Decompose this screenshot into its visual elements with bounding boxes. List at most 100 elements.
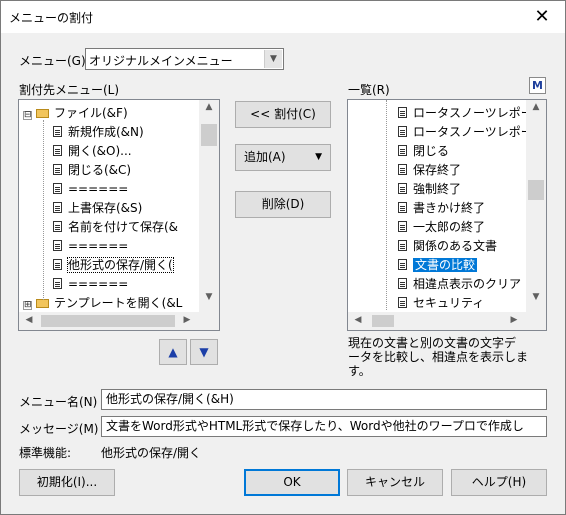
initialize-button[interactable]: 初期化(I)... xyxy=(19,469,115,496)
tree-item[interactable]: ====== xyxy=(53,275,128,293)
tree-item[interactable]: 新規作成(&N) xyxy=(53,123,144,141)
document-icon xyxy=(53,202,62,213)
tree-item[interactable]: ⊟ ファイル(&F) xyxy=(23,104,128,122)
chevron-down-icon: ▼ xyxy=(315,152,322,162)
tree-item[interactable]: 上書保存(&S) xyxy=(53,199,142,217)
scroll-right-icon[interactable]: ▶ xyxy=(181,315,193,325)
left-horizontal-scrollbar[interactable]: ◀ ▶ xyxy=(19,312,219,330)
right-horizontal-scrollbar[interactable]: ◀ ▶ xyxy=(348,312,546,330)
list-item[interactable]: 関係のある文書 xyxy=(398,237,497,255)
tree-item-label: 上書保存(&S) xyxy=(68,201,143,215)
m-badge-label: M xyxy=(532,79,543,92)
tree-item[interactable]: 閉じる(&C) xyxy=(53,161,131,179)
tree-item[interactable]: 開く(&O)... xyxy=(53,142,132,160)
list-item-label: 保存終了 xyxy=(413,163,462,177)
left-vertical-scrollbar[interactable]: ▲ ▼ xyxy=(199,100,219,312)
document-icon xyxy=(398,259,407,270)
left-hscroll-thumb[interactable] xyxy=(41,315,175,327)
list-item-label: 文書の比較 xyxy=(413,258,478,272)
command-description: 現在の文書と別の文書の文字デ ータを比較し、相違点を表示しま す。 xyxy=(348,336,548,378)
document-icon xyxy=(53,221,62,232)
menu-label: メニュー(G) xyxy=(19,54,86,68)
document-icon xyxy=(53,145,62,156)
assign-target-tree[interactable]: ⊟ ファイル(&F) 新規作成(&N) 開く(&O)... 閉じる(&C) ====== 上… xyxy=(18,99,220,331)
expand-icon[interactable]: ⊞ xyxy=(23,301,32,310)
document-icon xyxy=(53,126,62,137)
add-button[interactable]: 追加(A) ▼ xyxy=(235,144,331,171)
tree-item-label: ====== xyxy=(68,277,129,291)
assign-menu-dialog: メニューの割付 ✕ メニュー(G) オリジナルメインメニュー ▼ 割付先メニュー… xyxy=(0,0,566,515)
title-bar: メニューの割付 ✕ xyxy=(1,1,565,33)
right-hscroll-thumb[interactable] xyxy=(372,315,394,327)
document-icon xyxy=(398,164,407,175)
tree-item-label: ファイル(&F) xyxy=(54,106,128,120)
command-list[interactable]: ロータスノーツレポート送 ロータスノーツレポート再閉じる保存終了強制終了書きかけ終… xyxy=(347,99,547,331)
list-item[interactable]: 文書の比較 xyxy=(398,256,478,274)
list-item-label: 関係のある文書 xyxy=(413,239,498,253)
list-item[interactable]: ロータスノーツレポート再 xyxy=(398,123,546,141)
document-icon xyxy=(398,297,407,308)
move-down-button[interactable]: ▼ xyxy=(190,339,218,365)
add-button-label: 追加(A) xyxy=(244,150,286,164)
list-item[interactable]: 一太郎の終了 xyxy=(398,218,485,236)
tree-item-label: 開く(&O)... xyxy=(68,144,132,158)
document-icon xyxy=(398,221,407,232)
document-icon xyxy=(53,259,62,270)
close-icon[interactable]: ✕ xyxy=(529,5,555,29)
list-item[interactable]: セキュリティ xyxy=(398,294,484,312)
document-icon xyxy=(53,183,62,194)
document-icon xyxy=(398,126,407,137)
list-item[interactable]: 閉じる xyxy=(398,142,449,160)
folder-icon xyxy=(36,299,49,308)
tree-item[interactable]: ⊞ テンプレートを開く(&L xyxy=(23,294,182,312)
scroll-down-icon[interactable]: ▼ xyxy=(526,292,546,302)
document-icon xyxy=(398,240,407,251)
description-line: 現在の文書と別の文書の文字デ xyxy=(348,336,517,350)
tree-item[interactable]: ====== xyxy=(53,180,128,198)
assign-button[interactable]: << 割付(C) xyxy=(235,101,331,128)
tree-item[interactable]: ====== xyxy=(53,237,128,255)
scroll-left-icon[interactable]: ◀ xyxy=(23,315,35,325)
list-item-label: 強制終了 xyxy=(413,182,462,196)
tree-item-label: ====== xyxy=(68,239,129,253)
document-icon xyxy=(53,278,62,289)
m-badge-button[interactable]: M xyxy=(529,77,546,94)
collapse-icon[interactable]: ⊟ xyxy=(23,111,32,120)
right-vertical-scrollbar[interactable]: ▲ ▼ xyxy=(526,100,546,312)
list-item[interactable]: 強制終了 xyxy=(398,180,461,198)
left-vscroll-thumb[interactable] xyxy=(201,124,217,146)
scroll-up-icon[interactable]: ▲ xyxy=(526,102,546,112)
document-icon xyxy=(398,107,407,118)
scroll-right-icon[interactable]: ▶ xyxy=(508,315,520,325)
move-up-button[interactable]: ▲ xyxy=(159,339,187,365)
document-icon xyxy=(53,164,62,175)
ok-button[interactable]: OK xyxy=(244,469,340,496)
window-title: メニューの割付 xyxy=(9,11,94,25)
list-item-label: 閉じる xyxy=(413,144,450,158)
menu-name-label: メニュー名(N) xyxy=(19,395,98,409)
help-button[interactable]: ヘルプ(H) xyxy=(451,469,547,496)
tree-item[interactable]: 名前を付けて保存(& xyxy=(53,218,178,236)
tree-item[interactable]: 他形式の保存/開く( xyxy=(53,256,174,274)
tree-item-label: 他形式の保存/開く( xyxy=(67,257,174,273)
list-item[interactable]: 書きかけ終了 xyxy=(398,199,485,217)
list-item[interactable]: 相違点表示のクリア xyxy=(398,275,521,293)
cancel-button[interactable]: キャンセル xyxy=(347,469,443,496)
chevron-down-icon[interactable]: ▼ xyxy=(264,50,282,68)
menu-name-input[interactable]: 他形式の保存/開く(&H) xyxy=(101,389,547,410)
delete-button[interactable]: 削除(D) xyxy=(235,191,331,218)
message-input[interactable]: 文書をWord形式やHTML形式で保存したり、Wordや他社のワープロで作成し xyxy=(101,416,547,437)
menu-dropdown[interactable]: オリジナルメインメニュー ▼ xyxy=(85,48,284,70)
list-item[interactable]: 保存終了 xyxy=(398,161,461,179)
tree-item-label: ====== xyxy=(68,182,129,196)
right-vscroll-thumb[interactable] xyxy=(528,180,544,200)
list-item-label: 一太郎の終了 xyxy=(413,220,486,234)
list-item[interactable]: ロータスノーツレポート送 xyxy=(398,104,546,122)
document-icon xyxy=(53,240,62,251)
document-icon xyxy=(398,278,407,289)
scroll-up-icon[interactable]: ▲ xyxy=(199,102,219,112)
document-icon xyxy=(398,183,407,194)
description-line: す。 xyxy=(348,364,371,378)
scroll-left-icon[interactable]: ◀ xyxy=(352,315,364,325)
scroll-down-icon[interactable]: ▼ xyxy=(199,292,219,302)
